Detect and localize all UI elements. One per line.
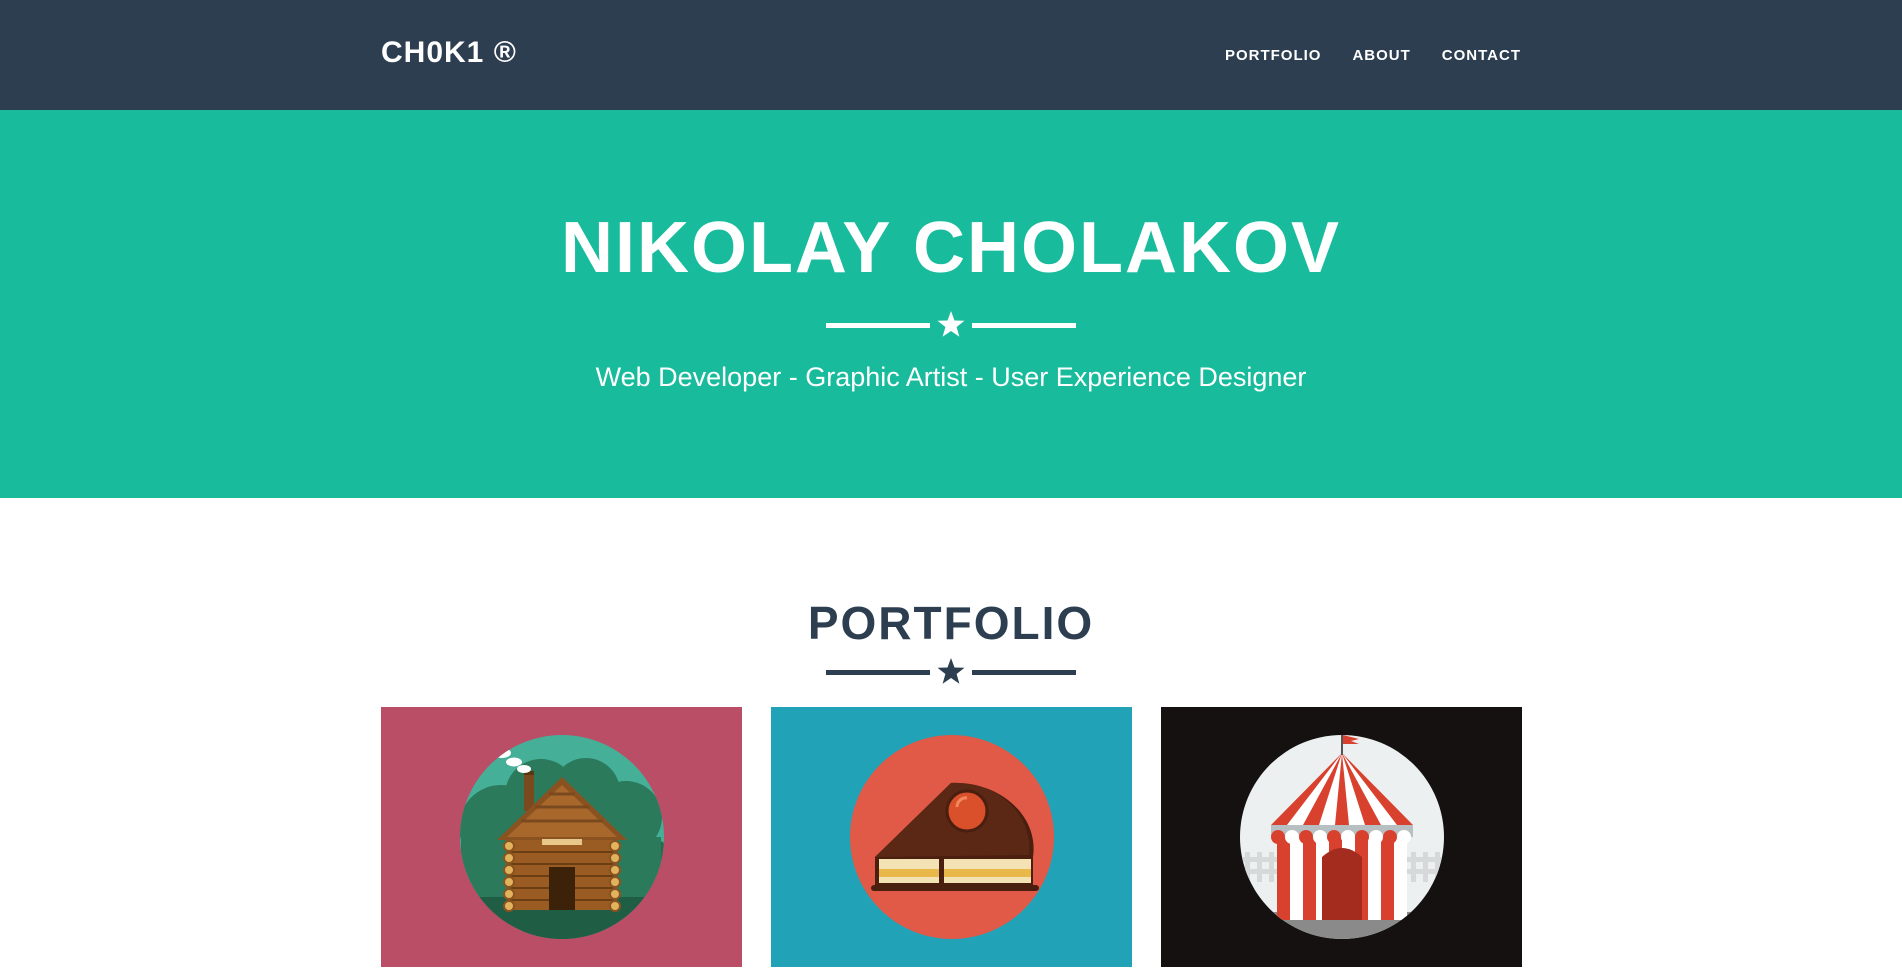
portfolio-item-circus[interactable]: [1161, 707, 1522, 967]
portfolio-item-cake[interactable]: [771, 707, 1132, 967]
nav-link-about[interactable]: ABOUT: [1352, 47, 1410, 64]
divider-line-right: [972, 670, 1076, 675]
nav-link-contact[interactable]: CONTACT: [1442, 47, 1521, 64]
star-icon: [937, 311, 965, 337]
hero-section: NIKOLAY CHOLAKOV Web Developer - Graphic…: [0, 110, 1902, 498]
portfolio-item-cabin[interactable]: [381, 707, 742, 967]
hero-subtitle: Web Developer - Graphic Artist - User Ex…: [595, 362, 1307, 392]
nav-links: PORTFOLIO ABOUT CONTACT: [1225, 47, 1521, 64]
hero-star-divider: [826, 310, 1076, 340]
cake-slice-icon: [771, 707, 1132, 967]
hero-title: NIKOLAY CHOLAKOV: [560, 208, 1342, 288]
star-icon: [937, 658, 965, 684]
portfolio-heading: PORTFOLIO: [807, 597, 1095, 649]
brand-logo-link[interactable]: CH0K1 ®: [381, 36, 517, 70]
divider-line-left: [826, 670, 930, 675]
circus-tent-icon: [1161, 707, 1522, 967]
nav-link-portfolio[interactable]: PORTFOLIO: [1225, 47, 1322, 64]
navbar: CH0K1 ® PORTFOLIO ABOUT CONTACT: [0, 0, 1902, 110]
divider-line-left: [826, 323, 930, 328]
log-cabin-icon: [381, 707, 742, 967]
divider-line-right: [972, 323, 1076, 328]
portfolio-star-divider: [826, 657, 1076, 687]
